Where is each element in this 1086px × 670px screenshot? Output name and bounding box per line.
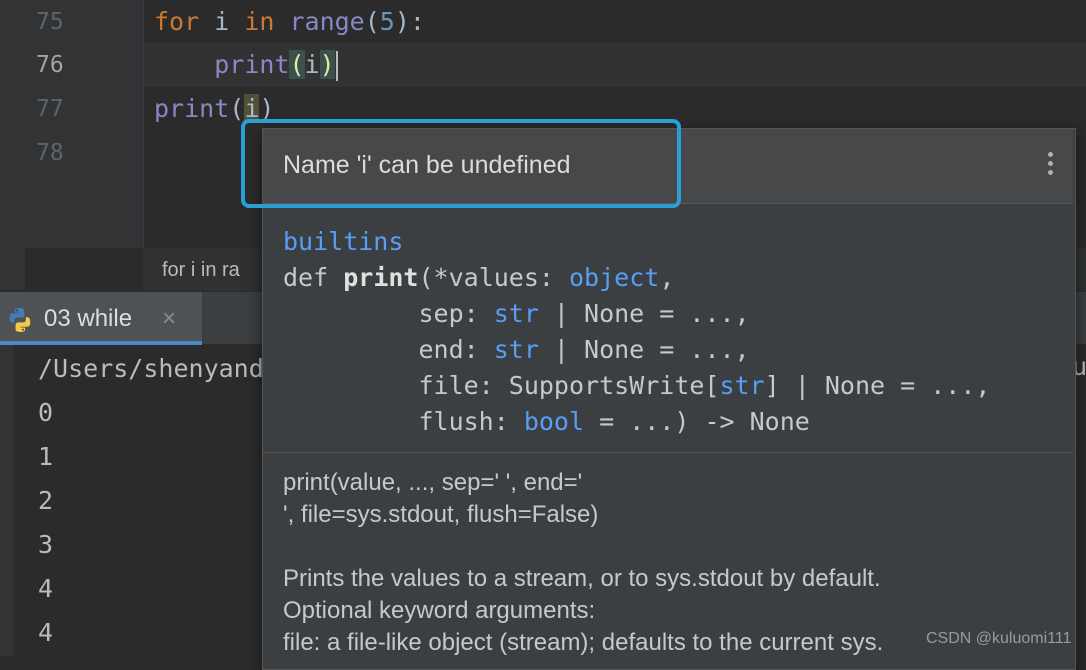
console-line: 3 — [38, 530, 54, 559]
console-line: 0 — [38, 398, 54, 427]
docstring-line: Prints the values to a stream, or to sys… — [283, 565, 881, 592]
loop-variable: i — [199, 7, 245, 36]
paren-match-close: ) — [319, 50, 335, 79]
watermark: CSDN @kuluomi111 — [926, 630, 1072, 647]
paren-open: ( — [364, 7, 380, 36]
console-line: 4 — [38, 574, 54, 603]
console-line: 1 — [38, 442, 54, 471]
builtin-print: print — [214, 50, 290, 79]
docstring-line: file: a file-like object (stream); defau… — [283, 629, 884, 656]
signature-line-2: sep: str | None = ..., — [283, 299, 750, 328]
keyword-for: for — [154, 7, 200, 36]
line-number: 75 — [36, 9, 64, 35]
console-line: 4 — [38, 618, 54, 647]
python-icon — [9, 308, 31, 332]
active-tab-indicator — [0, 341, 202, 345]
popup-divider — [263, 452, 1073, 453]
docstring-line: Optional keyword arguments: — [283, 597, 596, 624]
console-line: /Users/shenyand — [38, 354, 264, 383]
console-line: 2 — [38, 486, 54, 515]
signature-line-5: flush: bool = ...) -> None — [283, 407, 810, 436]
line-number-current: 76 — [36, 52, 64, 78]
editor-left-gutter — [0, 0, 25, 290]
signature-line-4: file: SupportsWrite[str] | None = ..., — [283, 371, 991, 400]
run-tab-label: 03 while — [44, 305, 133, 332]
signature-line-3: end: str | None = ..., — [283, 335, 750, 364]
code-line-75[interactable]: for i in range(5): — [154, 0, 425, 44]
doc-module-name[interactable]: builtins — [283, 224, 403, 260]
breadcrumb[interactable]: for i in ra — [162, 259, 240, 282]
builtin-range: range — [274, 7, 365, 36]
fold-divider — [143, 0, 144, 248]
signature-line-1: def print(*values: object, — [283, 263, 675, 292]
console-toolbar-strip — [0, 345, 14, 656]
code-line-76[interactable]: print(i) — [154, 43, 338, 87]
annotation-highlight-box — [241, 119, 681, 208]
paren-close: ): — [394, 7, 425, 36]
argument: i — [304, 50, 320, 79]
paren-match-open: ( — [289, 50, 305, 79]
paren-open: ( — [229, 94, 245, 123]
text-caret — [335, 51, 338, 81]
close-icon[interactable]: × — [162, 305, 176, 333]
line-number: 77 — [36, 96, 64, 122]
docstring-line: print(value, ..., sep=' ', end=' — [283, 469, 583, 496]
line-number: 78 — [36, 140, 64, 166]
more-options-icon[interactable] — [1046, 152, 1054, 178]
keyword-in: in — [244, 7, 275, 36]
docstring-line: ', file=sys.stdout, flush=False) — [283, 501, 599, 528]
builtin-print: print — [154, 94, 230, 123]
number-literal: 5 — [379, 7, 395, 36]
